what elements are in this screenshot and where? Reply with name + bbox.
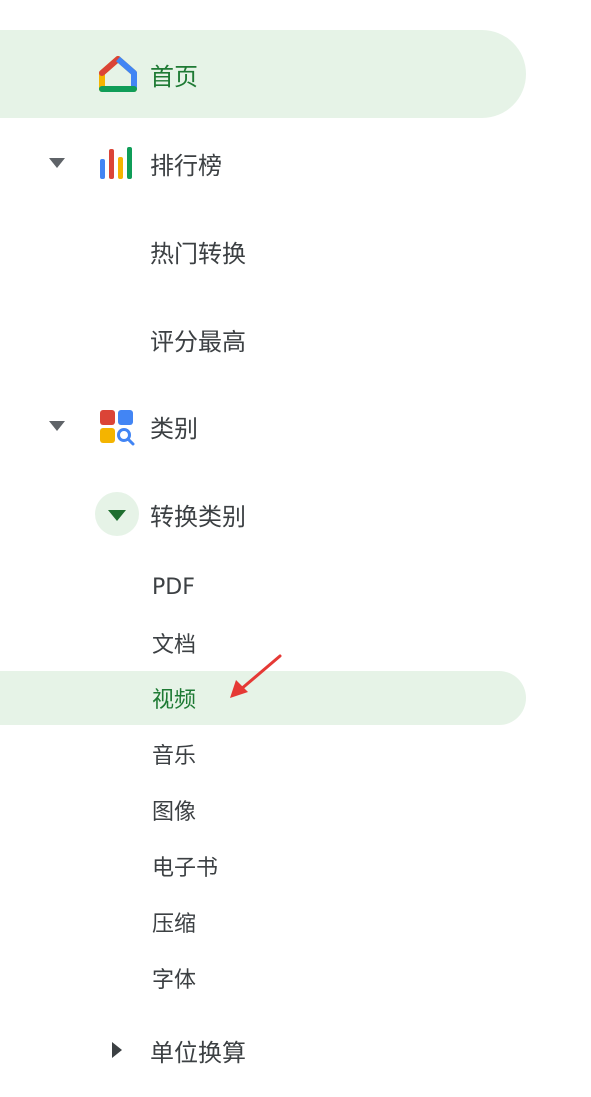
sidebar-item-rankings-label: 排行榜 — [150, 151, 222, 180]
sidebar-subitem-label: 评分最高 — [150, 327, 246, 356]
sidebar-group-unit-conversion-label: 单位换算 — [150, 1038, 246, 1067]
sidebar-group-unit-conversion[interactable]: 单位换算 — [0, 1007, 526, 1093]
sidebar-subitem-label: 视频 — [152, 688, 197, 713]
sidebar-item-categories[interactable]: 类别 — [0, 383, 526, 469]
sidebar-subitem-fonts[interactable]: 字体 — [0, 951, 526, 1005]
expand-caret-icon[interactable] — [49, 421, 65, 431]
home-icon — [99, 56, 137, 92]
sidebar-item-home[interactable]: 首页 — [0, 30, 526, 118]
sidebar-subitem-ebooks[interactable]: 电子书 — [0, 839, 526, 893]
expand-caret-icon[interactable] — [112, 1042, 122, 1058]
sidebar-group-conversion-label: 转换类别 — [150, 502, 246, 531]
sidebar-subitem-top-rated[interactable]: 评分最高 — [0, 296, 526, 382]
sidebar-subitem-pdf[interactable]: PDF — [0, 560, 526, 614]
sidebar-subitem-popular[interactable]: 热门转换 — [0, 208, 526, 294]
expand-caret-icon[interactable] — [49, 158, 65, 168]
bar-chart-icon — [100, 147, 132, 179]
sidebar-subitem-label: 音乐 — [152, 744, 197, 769]
sidebar-subitem-label: 图像 — [152, 800, 197, 825]
sidebar-nav: 首页 排行榜 热门转换 评分最高 类别 转换类别 PDF 文档 视频 音乐 图像… — [0, 0, 591, 1097]
sidebar-item-rankings[interactable]: 排行榜 — [0, 120, 526, 206]
sidebar-item-categories-label: 类别 — [150, 414, 198, 443]
sidebar-group-conversion[interactable]: 转换类别 — [0, 471, 526, 557]
sidebar-subitem-label: 电子书 — [152, 856, 219, 881]
sidebar-item-home-label: 首页 — [150, 62, 198, 91]
sidebar-subitem-label: PDF — [152, 574, 195, 600]
sidebar-subitem-archives[interactable]: 压缩 — [0, 895, 526, 949]
categories-icon — [100, 410, 135, 446]
annotation-arrow-icon — [230, 654, 282, 698]
sidebar-subitem-label: 热门转换 — [150, 239, 246, 268]
sidebar-subitem-label: 字体 — [152, 968, 197, 993]
collapse-caret-icon[interactable] — [95, 492, 139, 536]
sidebar-subitem-label: 文档 — [152, 633, 197, 658]
sidebar-subitem-images[interactable]: 图像 — [0, 783, 526, 837]
sidebar-subitem-music[interactable]: 音乐 — [0, 727, 526, 781]
sidebar-subitem-label: 压缩 — [152, 912, 197, 937]
